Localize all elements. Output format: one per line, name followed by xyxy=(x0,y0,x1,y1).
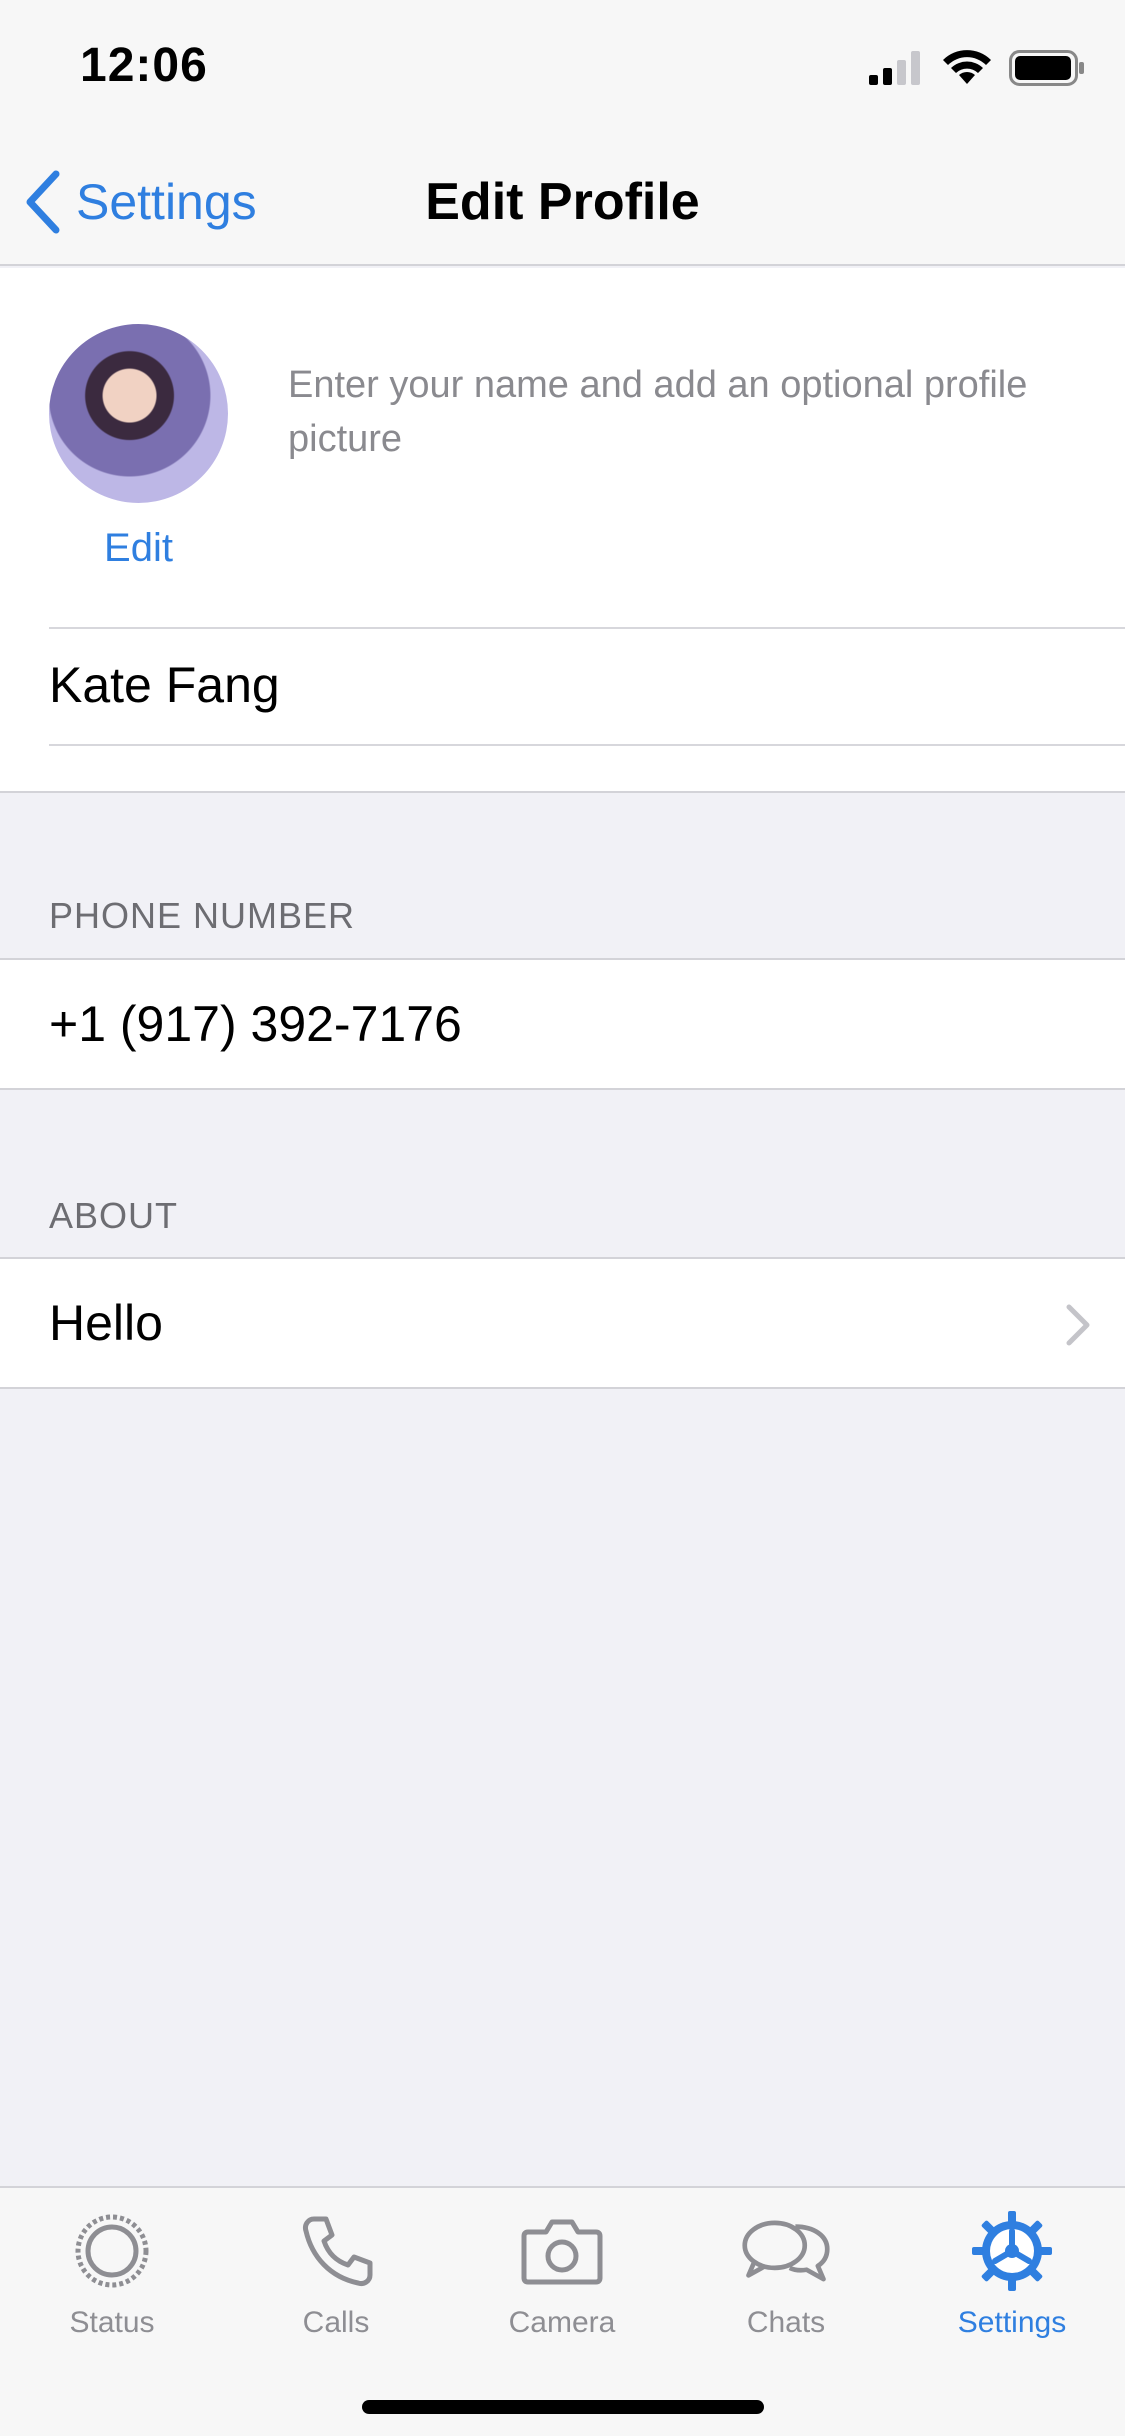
profile-section: Edit Enter your name and add an optional… xyxy=(0,268,1125,793)
name-field[interactable]: Kate Fang xyxy=(49,630,1089,740)
divider xyxy=(49,627,1125,629)
phone-number-row[interactable]: +1 (917) 392-7176 xyxy=(0,958,1125,1090)
about-value: Hello xyxy=(49,1295,163,1351)
status-bar: 12:06 xyxy=(0,0,1125,140)
profile-hint: Enter your name and add an optional prof… xyxy=(288,364,1028,460)
tab-calls[interactable]: Calls xyxy=(246,2206,426,2340)
wifi-icon xyxy=(943,50,991,84)
avatar-edit-button[interactable]: Edit xyxy=(49,526,228,571)
tab-bar: Status Calls Camera Chats Settings xyxy=(0,2186,1125,2436)
home-indicator[interactable] xyxy=(362,2400,764,2414)
navigation-bar: Settings Edit Profile xyxy=(0,140,1125,266)
chat-bubbles-icon xyxy=(742,2220,830,2282)
tab-chats[interactable]: Chats xyxy=(696,2206,876,2340)
tab-camera[interactable]: Camera xyxy=(472,2206,652,2340)
gear-icon xyxy=(972,2211,1052,2291)
camera-icon xyxy=(521,2219,603,2285)
status-icon xyxy=(75,2214,149,2288)
about-row[interactable]: Hello xyxy=(0,1257,1125,1389)
page-title: Edit Profile xyxy=(425,173,700,231)
tab-label: Calls xyxy=(302,2306,370,2339)
tab-label: Status xyxy=(69,2306,155,2339)
tab-status[interactable]: Status xyxy=(22,2206,202,2340)
about-header: ABOUT xyxy=(49,1195,179,1236)
tab-label: Settings xyxy=(957,2306,1067,2339)
phone-icon xyxy=(303,2216,373,2286)
avatar[interactable] xyxy=(49,324,228,503)
cellular-signal-icon xyxy=(869,51,920,85)
phone-number-header: PHONE NUMBER xyxy=(49,895,356,936)
tab-label: Chats xyxy=(746,2306,826,2339)
status-icons xyxy=(869,48,1085,88)
chevron-right-icon xyxy=(1066,1304,1090,1346)
status-time: 12:06 xyxy=(80,39,208,92)
phone-number-value: +1 (917) 392-7176 xyxy=(49,996,462,1052)
tab-settings[interactable]: Settings xyxy=(922,2206,1102,2340)
battery-icon xyxy=(1009,50,1084,86)
divider xyxy=(49,744,1125,746)
tab-label: Camera xyxy=(508,2306,616,2339)
